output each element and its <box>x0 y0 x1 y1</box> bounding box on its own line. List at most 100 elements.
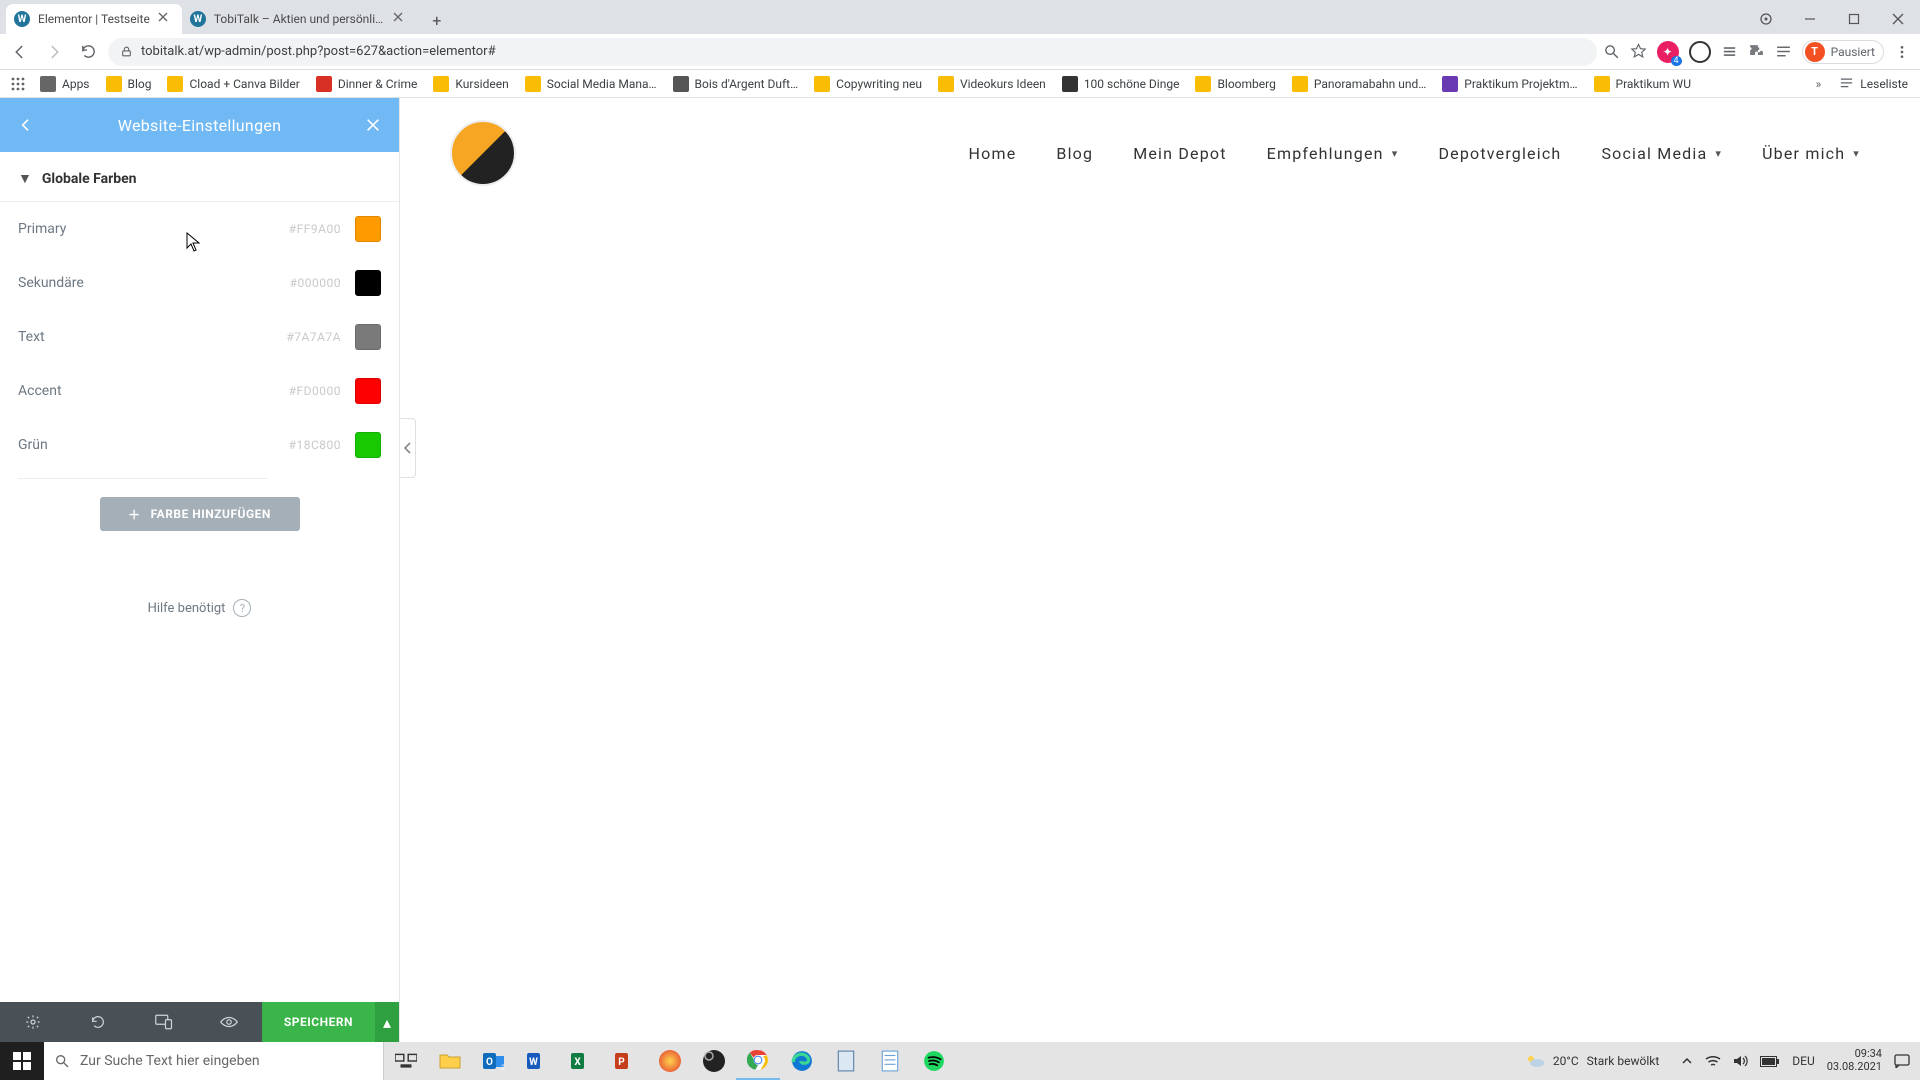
bookmark-item[interactable]: Cload + Canva Bilder <box>161 74 305 94</box>
tray-chevron-icon[interactable] <box>1681 1055 1693 1067</box>
panel-back-button[interactable] <box>12 111 40 139</box>
tray-battery-icon[interactable] <box>1760 1056 1780 1067</box>
bookmark-item[interactable]: Panoramabahn und… <box>1286 74 1432 94</box>
color-row[interactable]: Sekundäre#000000 <box>0 256 399 310</box>
back-button[interactable] <box>6 38 34 66</box>
bookmark-item[interactable]: Blog <box>100 74 158 94</box>
preview-icon[interactable] <box>196 1002 261 1042</box>
forward-button[interactable] <box>40 38 68 66</box>
close-tab-icon[interactable] <box>393 12 407 26</box>
excel-icon[interactable]: X <box>560 1042 604 1080</box>
tray-volume-icon[interactable] <box>1733 1054 1748 1068</box>
bookmark-item[interactable]: Bloomberg <box>1189 74 1281 94</box>
bookmark-favicon <box>1062 76 1078 92</box>
color-row[interactable]: Text#7A7A7A <box>0 310 399 364</box>
tray-wifi-icon[interactable] <box>1705 1055 1721 1067</box>
history-icon[interactable] <box>65 1002 130 1042</box>
settings-icon[interactable] <box>0 1002 65 1042</box>
taskbar-weather[interactable]: 20°C Stark bewölkt <box>1525 1053 1659 1069</box>
nav-item[interactable]: Social Media▾ <box>1601 144 1722 163</box>
nav-item[interactable]: Über mich▾ <box>1762 144 1860 163</box>
task-view-icon[interactable] <box>384 1042 428 1080</box>
maximize-button[interactable] <box>1832 4 1876 34</box>
nav-item[interactable]: Blog <box>1056 144 1093 163</box>
chrome-menu-icon[interactable] <box>1894 44 1910 60</box>
search-icon <box>54 1053 70 1069</box>
tray-notifications-icon[interactable] <box>1894 1054 1910 1068</box>
color-name: Grün <box>18 437 48 453</box>
search-icon[interactable] <box>1603 43 1620 60</box>
bookmarks-overflow-icon[interactable]: » <box>1808 77 1830 91</box>
start-button[interactable] <box>0 1042 44 1080</box>
new-tab-button[interactable]: + <box>423 6 451 34</box>
bookmark-item[interactable]: Kursideen <box>427 74 514 94</box>
bookmark-item[interactable]: Praktikum Projektm… <box>1436 74 1583 94</box>
nav-item[interactable]: Mein Depot <box>1133 144 1226 163</box>
edge-icon[interactable] <box>780 1042 824 1080</box>
powerpoint-icon[interactable]: P <box>604 1042 648 1080</box>
section-global-colors[interactable]: ▼ Globale Farben <box>0 152 399 202</box>
url-field[interactable]: tobitalk.at/wp-admin/post.php?post=627&a… <box>108 38 1597 66</box>
bookmark-item[interactable]: 100 schöne Dinge <box>1056 74 1186 94</box>
spotify-icon[interactable] <box>912 1042 956 1080</box>
panel-close-button[interactable] <box>359 111 387 139</box>
color-swatch[interactable] <box>355 378 381 404</box>
bookmark-item[interactable]: Praktikum WU <box>1588 74 1697 94</box>
save-options-button[interactable]: ▴ <box>375 1002 399 1042</box>
bookmark-item[interactable]: Videokurs Ideen <box>932 74 1052 94</box>
browser-tab[interactable]: WElementor | Testseite <box>6 4 182 34</box>
add-color-button[interactable]: ＋ FARBE HINZUFÜGEN <box>100 497 300 531</box>
reading-list-icon[interactable] <box>1775 43 1792 60</box>
bookmark-item[interactable]: Social Media Mana… <box>519 74 663 94</box>
bookmark-star-icon[interactable] <box>1630 43 1647 60</box>
preview-canvas[interactable]: Home Blog Mein Depot Empfehlungen▾ Depotverg… <box>400 98 1920 1042</box>
file-explorer-icon[interactable] <box>428 1042 472 1080</box>
nav-item[interactable]: Depotvergleich <box>1438 144 1561 163</box>
nav-item[interactable]: Empfehlungen▾ <box>1267 144 1399 163</box>
outlook-icon[interactable]: O23 <box>472 1042 516 1080</box>
notepad-icon[interactable] <box>868 1042 912 1080</box>
profile-chip[interactable]: T Pausiert <box>1802 40 1884 64</box>
extensions-puzzle-icon[interactable] <box>1748 43 1765 60</box>
minimize-button[interactable] <box>1788 4 1832 34</box>
site-logo[interactable] <box>450 120 516 186</box>
clock-date: 03.08.2021 <box>1827 1061 1882 1074</box>
browser-tab[interactable]: WTobiTalk – Aktien und persönliche… <box>182 4 417 34</box>
extension-pink-icon[interactable]: ✦4 <box>1657 41 1679 63</box>
app-generic-1-icon[interactable] <box>648 1042 692 1080</box>
obs-icon[interactable] <box>692 1042 736 1080</box>
color-row[interactable]: Grün#18C800 <box>0 418 399 472</box>
taskbar-clock[interactable]: 09:34 03.08.2021 <box>1827 1048 1882 1073</box>
save-button[interactable]: SPEICHERN <box>262 1002 375 1042</box>
bookmark-item[interactable]: Copywriting neu <box>808 74 928 94</box>
apps-grid-icon[interactable] <box>6 72 30 96</box>
extension-menu-icon[interactable] <box>1721 43 1738 60</box>
color-swatch[interactable] <box>355 432 381 458</box>
nav-item[interactable]: Home <box>969 144 1017 163</box>
color-swatch[interactable] <box>355 216 381 242</box>
color-row[interactable]: Accent#FD0000 <box>0 364 399 418</box>
color-swatch[interactable] <box>355 324 381 350</box>
responsive-icon[interactable] <box>131 1002 196 1042</box>
bookmark-label: Blog <box>128 77 152 91</box>
account-indicator-icon[interactable] <box>1744 4 1788 34</box>
app-generic-2-icon[interactable] <box>824 1042 868 1080</box>
color-swatch[interactable] <box>355 270 381 296</box>
bookmark-item[interactable]: Apps <box>34 74 96 94</box>
bookmark-item[interactable]: Dinner & Crime <box>310 74 424 94</box>
reading-list-button[interactable]: Leseliste <box>1833 74 1914 93</box>
help-link[interactable]: Hilfe benötigt ? <box>0 559 399 657</box>
reload-button[interactable] <box>74 38 102 66</box>
taskbar-search[interactable]: Zur Suche Text hier eingeben <box>44 1042 384 1080</box>
close-window-button[interactable] <box>1876 4 1920 34</box>
color-row[interactable]: Primary#FF9A00 <box>0 202 399 256</box>
close-tab-icon[interactable] <box>158 12 172 26</box>
panel-collapse-button[interactable] <box>400 418 416 478</box>
extension-circle-icon[interactable] <box>1689 41 1711 63</box>
tray-language[interactable]: DEU <box>1792 1054 1814 1068</box>
chrome-icon[interactable] <box>736 1042 780 1080</box>
color-name: Text <box>18 329 45 345</box>
word-icon[interactable]: W <box>516 1042 560 1080</box>
nav-label: Mein Depot <box>1133 144 1226 163</box>
bookmark-item[interactable]: Bois d'Argent Duft… <box>667 74 805 94</box>
